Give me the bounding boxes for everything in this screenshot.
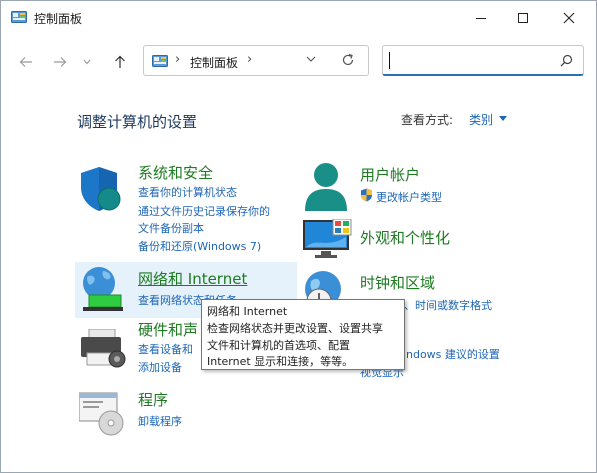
tooltip: 网络和 Internet 检查网络状态并更改设置、设置共享 文件和计算机的首选项… <box>201 299 405 370</box>
uac-shield-icon <box>361 188 372 202</box>
programs-icon[interactable] <box>79 391 127 437</box>
control-panel-icon <box>152 55 168 67</box>
category-system-security[interactable]: 系统和安全 <box>138 162 213 183</box>
category-user-accounts[interactable]: 用户帐户 <box>360 164 420 185</box>
network-globe-icon[interactable] <box>79 265 127 315</box>
maximize-icon <box>518 13 528 23</box>
search-input[interactable] <box>382 45 584 76</box>
up-button[interactable] <box>109 51 131 73</box>
tooltip-title: 网络和 Internet <box>207 305 288 318</box>
link-backup-restore[interactable]: 备份和还原(Windows 7) <box>138 238 261 254</box>
link-view-devices[interactable]: 查看设备和 <box>138 341 193 357</box>
recent-locations-button[interactable] <box>80 51 94 73</box>
control-panel-window: 控制面板 › 控制面板 › 调整计算机的设置 查看方式: 类别 系统和安全 查看… <box>0 0 597 473</box>
link-add-device[interactable]: 添加设备 <box>138 359 182 375</box>
arrow-left-icon <box>19 57 32 67</box>
link-view-computer-status[interactable]: 查看你的计算机状态 <box>138 184 237 200</box>
link-change-account-type[interactable]: 更改帐户类型 <box>376 189 442 205</box>
breadcrumb-control-panel[interactable]: 控制面板 <box>190 54 238 71</box>
search-icon <box>560 54 573 67</box>
view-by-dropdown[interactable]: 类别 <box>469 111 493 128</box>
link-uninstall-program[interactable]: 卸载程序 <box>138 413 182 429</box>
chevron-down-icon[interactable] <box>306 55 316 63</box>
breadcrumb-separator[interactable]: › <box>247 52 252 67</box>
tooltip-line: 检查网络状态并更改设置、设置共享 <box>207 322 383 335</box>
maximize-button[interactable] <box>500 1 546 35</box>
arrow-up-icon <box>115 55 125 68</box>
printer-icon[interactable] <box>81 329 129 369</box>
appearance-monitor-icon[interactable] <box>303 219 353 259</box>
text-cursor <box>389 52 390 69</box>
close-icon <box>563 12 575 24</box>
control-panel-icon <box>11 11 27 23</box>
refresh-icon[interactable] <box>341 53 355 67</box>
category-appearance[interactable]: 外观和个性化 <box>360 227 450 248</box>
view-by-label: 查看方式: <box>401 113 454 127</box>
title-bar[interactable]: 控制面板 <box>1 1 596 37</box>
security-shield-icon[interactable] <box>79 165 123 213</box>
tooltip-line: 文件和计算机的首选项、配置 <box>207 339 350 352</box>
minimize-icon <box>476 18 486 19</box>
breadcrumb-separator[interactable]: › <box>175 52 180 67</box>
tooltip-line: Internet 显示和连接，等等。 <box>207 355 354 368</box>
link-file-history-cont[interactable]: 文件备份副本 <box>138 220 204 236</box>
link-file-history[interactable]: 通过文件历史记录保存你的 <box>138 203 270 219</box>
category-clock-region[interactable]: 时钟和区域 <box>360 272 435 293</box>
user-avatar-icon[interactable] <box>303 161 349 213</box>
category-programs[interactable]: 程序 <box>138 389 168 410</box>
chevron-down-icon <box>83 59 91 65</box>
page-title: 调整计算机的设置 <box>77 113 198 131</box>
forward-button[interactable] <box>49 51 71 73</box>
link-windows-recommended-settings[interactable]: ndows 建议的设置 <box>406 346 500 362</box>
window-title: 控制面板 <box>34 12 83 26</box>
category-hardware-sound[interactable]: 硬件和声 <box>138 319 198 340</box>
arrow-right-icon <box>54 57 67 67</box>
address-bar[interactable]: › 控制面板 › <box>143 45 369 76</box>
back-button[interactable] <box>15 51 37 73</box>
minimize-button[interactable] <box>458 1 504 35</box>
close-button[interactable] <box>546 1 592 35</box>
dropdown-arrow-icon[interactable] <box>499 116 507 121</box>
category-network-internet[interactable]: 网络和 Internet <box>138 268 247 289</box>
